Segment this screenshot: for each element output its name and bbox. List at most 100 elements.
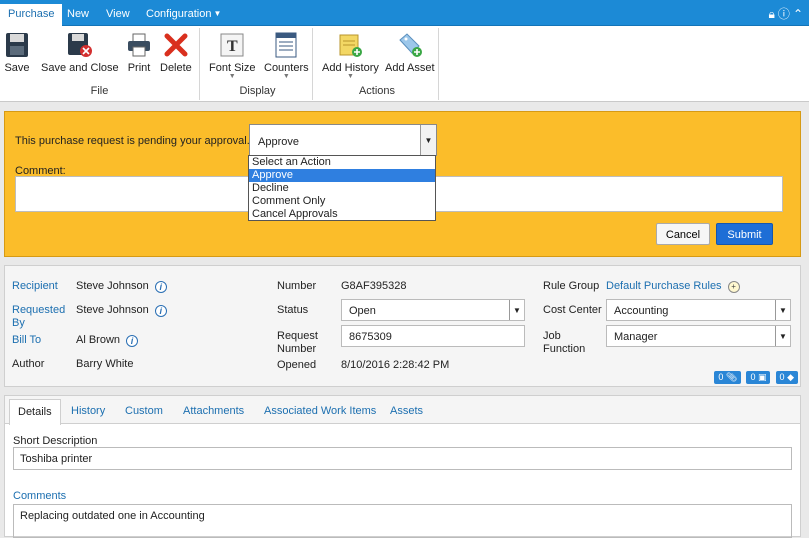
chevron-down-icon[interactable]: ▼ [509, 300, 524, 320]
approval-action-dropdown: Select an Action Approve Decline Comment… [248, 155, 436, 221]
comments-label[interactable]: Comments [13, 490, 66, 502]
tab-new[interactable]: New [59, 4, 97, 26]
short-description-field[interactable]: Toshiba printer [13, 447, 792, 470]
briefcase-icon: ▣ [757, 372, 767, 382]
cost-center-label: Cost Center [543, 304, 602, 316]
short-description-label: Short Description [13, 435, 98, 447]
approval-selected-value: Approve [258, 136, 299, 148]
add-asset-icon [397, 32, 423, 58]
tab-configuration[interactable]: Configuration ▼ [138, 4, 229, 26]
chevron-down-icon: ▼ [213, 9, 222, 18]
save-label: Save [4, 62, 30, 74]
tab-assets[interactable]: Assets [390, 405, 423, 417]
save-icon [4, 32, 30, 58]
attachments-count: 0 [718, 372, 724, 382]
dropdown-option[interactable]: Cancel Approvals [249, 208, 435, 221]
print-icon [126, 32, 152, 58]
recipient-label[interactable]: Recipient [12, 280, 58, 292]
submit-button[interactable]: Submit [716, 223, 773, 245]
assets-badge[interactable]: 0 ▣ [746, 371, 771, 384]
dropdown-option[interactable]: Comment Only [249, 195, 435, 208]
author-label: Author [12, 358, 45, 370]
status-select[interactable]: Open ▼ [341, 299, 525, 321]
font-size-icon: T [219, 32, 245, 58]
rule-group-label: Rule Group [543, 280, 600, 292]
info-icon[interactable]: i [154, 281, 167, 293]
tab-purchase[interactable]: Purchase [0, 4, 63, 26]
delete-button[interactable]: Delete [160, 32, 192, 74]
dropdown-option[interactable]: Select an Action [249, 156, 435, 169]
dropdown-option-selected[interactable]: Approve [249, 169, 435, 182]
approval-message: This purchase request is pending your ap… [15, 135, 250, 147]
approval-action-select[interactable]: Approve ▼ [249, 124, 437, 156]
opened-label: Opened [277, 359, 317, 371]
add-history-icon [337, 32, 363, 58]
job-function-value: Manager [614, 331, 658, 343]
actions-group: Add History ▼ Add Asset Actions [316, 28, 439, 100]
tab-custom[interactable]: Custom [125, 405, 163, 417]
print-label: Print [127, 62, 151, 74]
window-icons: 🔒︎ ⓘ ⌃ [766, 5, 803, 22]
number-value: G8AF395328 [341, 280, 407, 292]
actions-group-label: Actions [358, 85, 396, 97]
print-button[interactable]: Print [126, 32, 152, 74]
add-asset-button[interactable]: Add Asset [385, 32, 435, 74]
bill-to-name: Al Brown [76, 334, 121, 346]
cost-center-value: Accounting [614, 305, 669, 317]
file-group-label: File [90, 85, 109, 97]
display-group-label: Display [239, 85, 276, 97]
info-icon[interactable]: i [126, 335, 139, 347]
request-number-field[interactable]: 8675309 [341, 325, 525, 347]
chevron-down-icon[interactable]: ▼ [420, 125, 436, 155]
comments-field[interactable]: Replacing outdated one in Accounting [13, 504, 792, 538]
add-history-button[interactable]: Add History ▼ [322, 32, 379, 80]
font-size-button[interactable]: T Font Size ▼ [209, 32, 255, 80]
tags-badge[interactable]: 0 ◆ [775, 371, 798, 384]
author-value: Barry White [76, 358, 134, 370]
tab-view[interactable]: View [98, 4, 138, 26]
tab-configuration-label: Configuration [146, 8, 212, 20]
alarm-clock-icon[interactable]: + [727, 281, 740, 293]
attachments-badge[interactable]: 0 📎︎ [714, 371, 742, 384]
bill-to-label[interactable]: Bill To [12, 334, 41, 346]
delete-icon [163, 32, 189, 58]
cost-center-select[interactable]: Accounting ▼ [606, 299, 791, 321]
info-icon[interactable]: i [154, 305, 167, 317]
requested-by-value: Steve Johnson i [76, 304, 167, 317]
chevron-down-icon: ▼ [346, 73, 354, 80]
chevron-down-icon[interactable]: ▼ [775, 300, 790, 320]
job-function-select[interactable]: Manager ▼ [606, 325, 791, 347]
chevron-down-icon: ▼ [228, 73, 236, 80]
recipient-name: Steve Johnson [76, 280, 149, 292]
chevron-down-icon[interactable]: ▼ [775, 326, 790, 346]
dropdown-option[interactable]: Decline [249, 182, 435, 195]
save-and-close-label: Save and Close [41, 62, 119, 74]
tags-count: 0 [779, 372, 785, 382]
lock-icon[interactable]: 🔒︎ [769, 7, 775, 21]
tag-icon: ◆ [787, 372, 794, 382]
cancel-button[interactable]: Cancel [656, 223, 710, 245]
save-button[interactable]: Save [4, 32, 30, 74]
recipient-value: Steve Johnson i [76, 280, 167, 293]
rule-group-link[interactable]: Default Purchase Rules [606, 280, 722, 292]
tab-associated-work-items[interactable]: Associated Work Items [264, 405, 376, 417]
tab-history[interactable]: History [71, 405, 105, 417]
requested-by-label[interactable]: Requested By [12, 304, 72, 330]
add-asset-label: Add Asset [385, 62, 435, 74]
paperclip-icon: 📎︎ [725, 372, 738, 382]
tab-attachments[interactable]: Attachments [183, 405, 244, 417]
request-info-panel: Recipient Steve Johnson i Requested By St… [4, 265, 801, 387]
save-and-close-button[interactable]: Save and Close [41, 32, 119, 74]
info-icon[interactable]: ⓘ [778, 7, 790, 21]
tab-details[interactable]: Details [9, 399, 61, 425]
rule-group-value: Default Purchase Rules + [606, 280, 740, 293]
top-tab-bar: Purchase New View Configuration ▼ 🔒︎ ⓘ ⌃ [0, 0, 809, 26]
tab-strip: Details History Custom Attachments Assoc… [5, 396, 800, 425]
collapse-icon[interactable]: ⌃ [793, 7, 803, 21]
svg-text:T: T [227, 38, 238, 55]
number-label: Number [277, 280, 317, 292]
request-number-label: Request Number [277, 330, 318, 355]
counters-icon [273, 32, 299, 58]
counters-button[interactable]: Counters ▼ [264, 32, 309, 80]
display-group: T Font Size ▼ Counters ▼ Display [203, 28, 313, 100]
